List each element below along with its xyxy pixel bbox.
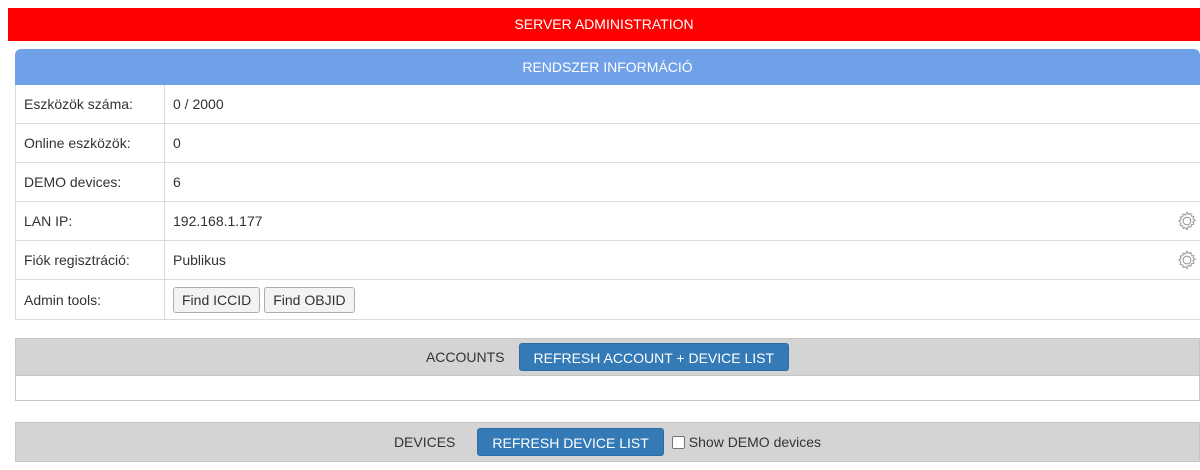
demo-devices-label: DEMO devices:	[15, 162, 165, 202]
devices-label: DEVICES	[393, 434, 456, 450]
lan-ip-label: LAN IP:	[15, 201, 165, 241]
admin-tools-cell: Find ICCID Find OBJID	[164, 279, 1200, 320]
account-registration-label: Fiók regisztráció:	[15, 240, 165, 280]
device-count-row: Eszközök száma: 0 / 2000	[15, 85, 1200, 124]
admin-tools-row: Admin tools: Find ICCID Find OBJID	[15, 279, 1200, 320]
refresh-account-device-list-button[interactable]: REFRESH ACCOUNT + DEVICE LIST	[518, 343, 790, 371]
admin-tools-label: Admin tools:	[15, 279, 165, 320]
system-info-panel: RENDSZER INFORMÁCIÓ Eszközök száma: 0 / …	[15, 49, 1200, 327]
devices-section: DEVICES REFRESH DEVICE LIST Show DEMO de…	[15, 422, 1200, 462]
device-count-label: Eszközök száma:	[15, 85, 165, 124]
find-objid-button[interactable]: Find OBJID	[264, 286, 355, 313]
page-title: SERVER ADMINISTRATION	[8, 8, 1200, 41]
devices-header: DEVICES REFRESH DEVICE LIST Show DEMO de…	[15, 422, 1200, 462]
account-registration-value: Publikus	[173, 252, 226, 268]
refresh-device-list-button[interactable]: REFRESH DEVICE LIST	[477, 428, 664, 456]
system-info-table: Eszközök száma: 0 / 2000 Online eszközök…	[15, 85, 1200, 320]
lan-ip-value: 192.168.1.177	[173, 213, 263, 229]
accounts-list	[15, 376, 1200, 401]
demo-devices-row: DEMO devices: 6	[15, 162, 1200, 202]
account-registration-cell: Publikus	[164, 240, 1200, 280]
system-info-title: RENDSZER INFORMÁCIÓ	[15, 49, 1200, 85]
online-devices-row: Online eszközök: 0	[15, 123, 1200, 163]
device-count-value: 0 / 2000	[164, 85, 1200, 124]
gear-icon[interactable]	[1176, 249, 1198, 271]
gear-icon[interactable]	[1176, 210, 1198, 232]
accounts-header: ACCOUNTS REFRESH ACCOUNT + DEVICE LIST	[15, 338, 1200, 376]
demo-devices-value: 6	[164, 162, 1200, 202]
online-devices-value: 0	[164, 123, 1200, 163]
lan-ip-cell: 192.168.1.177	[164, 201, 1200, 241]
online-devices-label: Online eszközök:	[15, 123, 165, 163]
find-iccid-button[interactable]: Find ICCID	[173, 286, 261, 313]
show-demo-devices-toggle[interactable]: Show DEMO devices	[671, 434, 822, 450]
accounts-label: ACCOUNTS	[425, 349, 505, 365]
lan-ip-row: LAN IP: 192.168.1.177	[15, 201, 1200, 241]
show-demo-devices-checkbox[interactable]	[671, 435, 685, 449]
show-demo-devices-label: Show DEMO devices	[688, 434, 822, 450]
admin-page: SERVER ADMINISTRATION RENDSZER INFORMÁCI…	[8, 0, 1200, 470]
accounts-section: ACCOUNTS REFRESH ACCOUNT + DEVICE LIST	[15, 338, 1200, 401]
account-registration-row: Fiók regisztráció: Publikus	[15, 240, 1200, 280]
